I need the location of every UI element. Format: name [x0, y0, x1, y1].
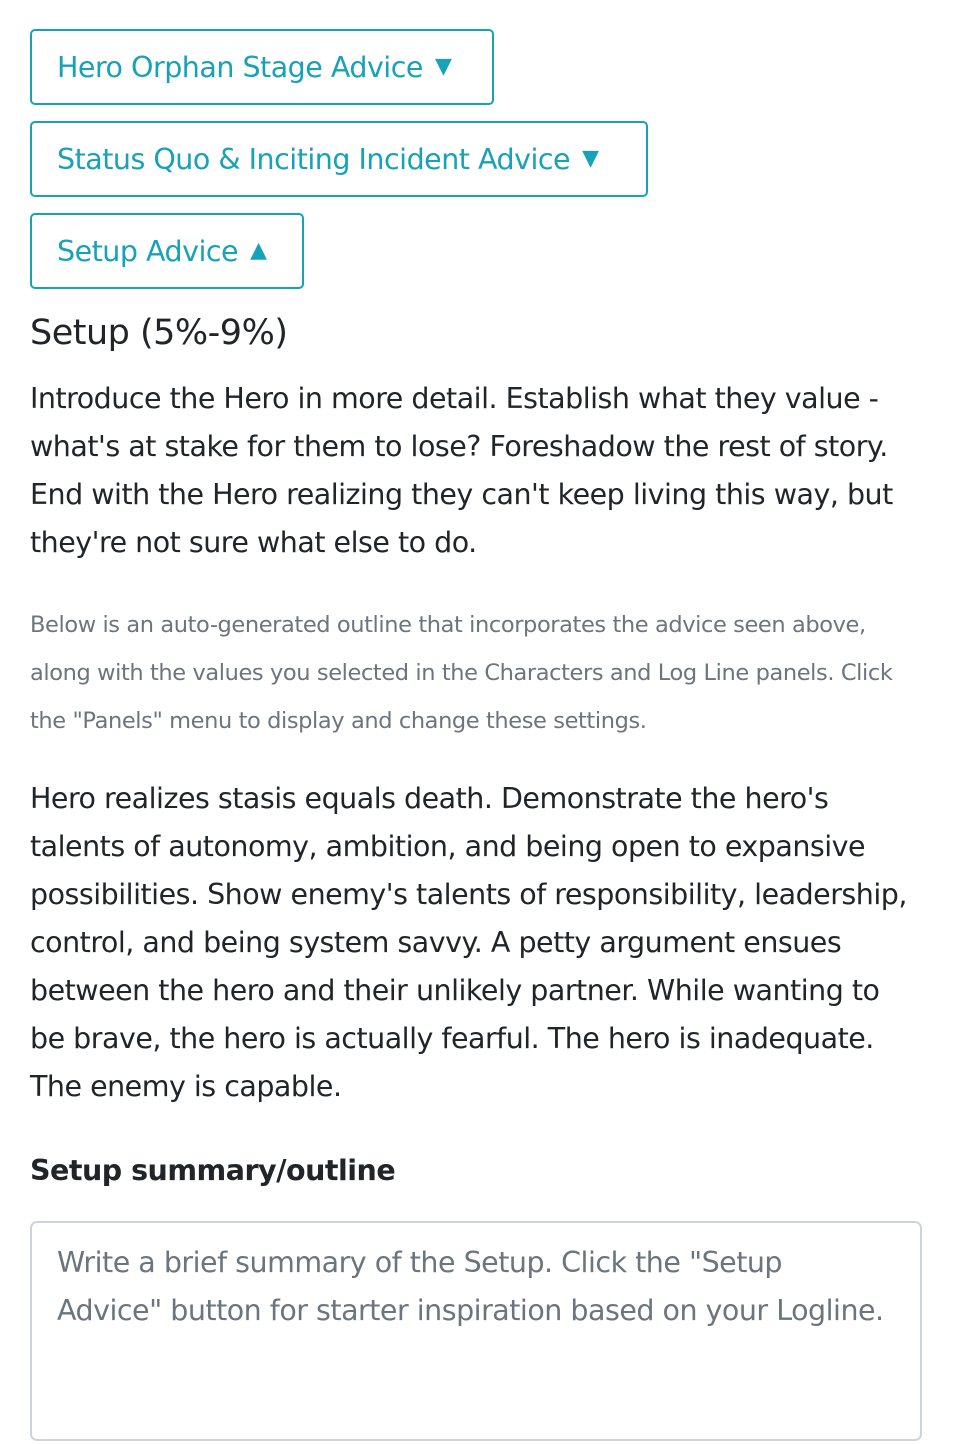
summary-label: Setup summary/outline	[30, 1154, 396, 1187]
caret-up-icon: ▲	[250, 238, 267, 263]
setup-section: Hero Orphan Stage Advice ▼ Status Quo & …	[30, 29, 922, 1445]
status-quo-advice-button[interactable]: Status Quo & Inciting Incident Advice ▼	[30, 121, 648, 197]
setup-row: Setup Advice ▲	[30, 213, 922, 309]
setup-title: Setup (5%-9%)	[30, 313, 288, 353]
caret-down-icon: ▼	[434, 54, 452, 79]
hero-orphan-advice-button[interactable]: Hero Orphan Stage Advice ▼	[30, 29, 494, 105]
caret-down-icon: ▼	[582, 146, 599, 171]
status-quo-advice-label: Status Quo & Inciting Incident Advice	[57, 142, 571, 176]
generated-outline-text: Hero realizes stasis equals death. Demon…	[30, 782, 907, 1103]
setup-advice-text: Introduce the Hero in more detail. Estab…	[30, 382, 893, 559]
setup-summary-textarea[interactable]	[30, 1221, 922, 1441]
hero-orphan-advice-label: Hero Orphan Stage Advice	[57, 50, 423, 84]
auto-outline-note: Below is an auto-generated outline that …	[30, 612, 893, 734]
setup-advice-button[interactable]: Setup Advice ▲	[30, 213, 304, 289]
status-quo-row: Status Quo & Inciting Incident Advice ▼	[30, 121, 922, 213]
hero-orphan-row: Hero Orphan Stage Advice ▼	[30, 29, 922, 121]
setup-advice-label: Setup Advice	[57, 234, 239, 268]
